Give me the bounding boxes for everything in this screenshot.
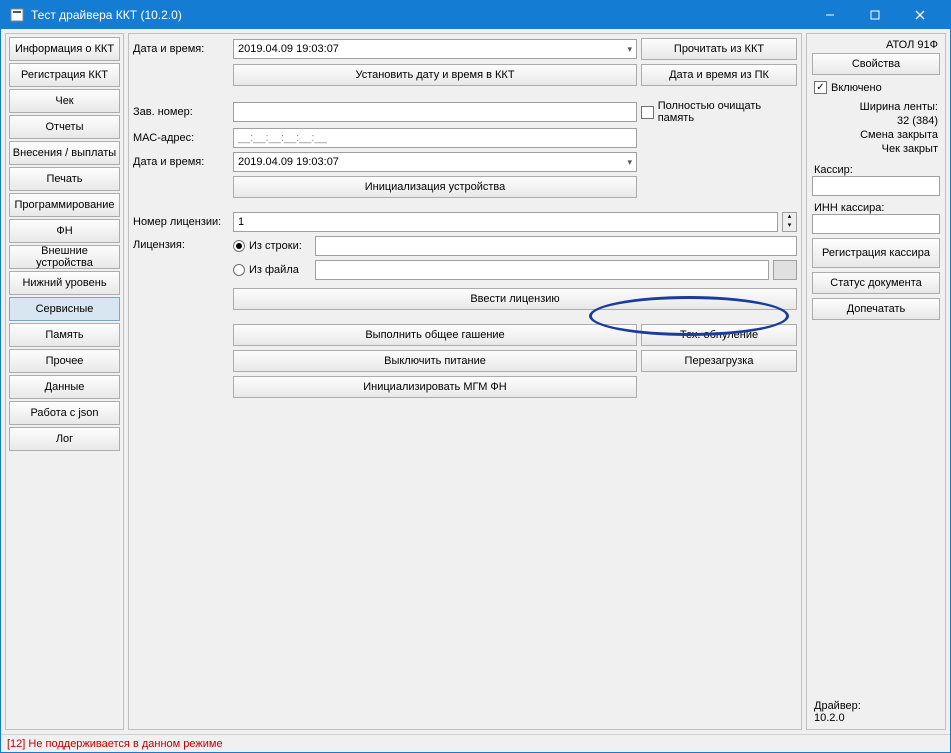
right-panel: АТОЛ 91Ф Свойства ✓ Включено Ширина лент…	[806, 33, 946, 730]
window-title: Тест драйвера ККТ (10.2.0)	[31, 8, 807, 22]
nav-item-3[interactable]: Отчеты	[9, 115, 120, 139]
finish-print-button[interactable]: Допечатать	[812, 298, 940, 320]
datetime-value: 2019.04.09 19:03:07	[238, 43, 339, 55]
from-file-input[interactable]	[315, 260, 769, 280]
nav-item-9[interactable]: Нижний уровень	[9, 271, 120, 295]
nav-item-2[interactable]: Чек	[9, 89, 120, 113]
datetime-pc-button[interactable]: Дата и время из ПК	[641, 64, 797, 86]
close-button[interactable]	[897, 1, 942, 29]
center-panel: Дата и время: 2019.04.09 19:03:07 ▾ Проч…	[128, 33, 802, 730]
license-label: Лицензия:	[133, 236, 229, 251]
title-bar: Тест драйвера ККТ (10.2.0)	[1, 1, 950, 29]
reboot-button[interactable]: Перезагрузка	[641, 350, 797, 372]
power-off-button[interactable]: Выключить питание	[233, 350, 637, 372]
enabled-checkbox[interactable]: ✓	[814, 81, 827, 94]
from-string-input[interactable]	[315, 236, 797, 256]
chevron-down-icon: ▾	[627, 157, 632, 168]
receipt-status: Чек закрыт	[810, 142, 942, 156]
init-mgm-button[interactable]: Инициализировать МГМ ФН	[233, 376, 637, 398]
serial-input[interactable]	[233, 102, 637, 122]
inn-label: ИНН кассира:	[810, 200, 942, 214]
nav-item-12[interactable]: Прочее	[9, 349, 120, 373]
license-num-input[interactable]	[233, 212, 778, 232]
from-file-label: Из файла	[249, 264, 311, 276]
from-string-radio[interactable]	[233, 240, 245, 252]
read-kkt-button[interactable]: Прочитать из ККТ	[641, 38, 797, 60]
datetime-combo[interactable]: 2019.04.09 19:03:07 ▾	[233, 39, 637, 59]
datetime2-value: 2019.04.09 19:03:07	[238, 156, 339, 168]
spinner-down-icon[interactable]: ▾	[783, 222, 796, 231]
app-icon	[9, 7, 25, 23]
nav-item-15[interactable]: Лог	[9, 427, 120, 451]
clear-memory-checkbox[interactable]	[641, 106, 654, 119]
clear-memory-label: Полностью очищать память	[658, 100, 797, 124]
nav-item-13[interactable]: Данные	[9, 375, 120, 399]
nav-item-7[interactable]: ФН	[9, 219, 120, 243]
nav-item-6[interactable]: Программирование	[9, 193, 120, 217]
nav-item-0[interactable]: Информация о ККТ	[9, 37, 120, 61]
maximize-button[interactable]	[852, 1, 897, 29]
nav-item-8[interactable]: Внешние устройства	[9, 245, 120, 269]
enabled-label: Включено	[831, 82, 882, 94]
driver-label: Драйвер:	[814, 700, 938, 712]
cashier-label: Кассир:	[810, 162, 942, 176]
spinner-up-icon[interactable]: ▴	[783, 213, 796, 222]
doc-status-button[interactable]: Статус документа	[812, 272, 940, 294]
nav-item-1[interactable]: Регистрация ККТ	[9, 63, 120, 87]
license-num-spinner[interactable]: ▴ ▾	[782, 212, 797, 232]
init-device-button[interactable]: Инициализация устройства	[233, 176, 637, 198]
from-file-radio[interactable]	[233, 264, 245, 276]
shift-status: Смена закрыта	[810, 128, 942, 142]
from-string-label: Из строки:	[249, 240, 311, 252]
nav-item-11[interactable]: Память	[9, 323, 120, 347]
nav-item-10[interactable]: Сервисные	[9, 297, 120, 321]
status-bar: [12] Не поддерживается в данном режиме	[1, 734, 950, 752]
set-datetime-button[interactable]: Установить дату и время в ККТ	[233, 64, 637, 86]
nav-item-14[interactable]: Работа с json	[9, 401, 120, 425]
tape-width-label: Ширина ленты:	[810, 100, 942, 114]
tech-reset-button[interactable]: Тех. обнуление	[641, 324, 797, 346]
cashier-input[interactable]	[812, 176, 940, 196]
enter-license-button[interactable]: Ввести лицензию	[233, 288, 797, 310]
nav-item-4[interactable]: Внесения / выплаты	[9, 141, 120, 165]
mac-input[interactable]	[233, 128, 637, 148]
device-name: АТОЛ 91Ф	[810, 37, 942, 53]
license-num-label: Номер лицензии:	[133, 216, 229, 228]
nav-panel: Информация о ККТРегистрация ККТЧекОтчеты…	[5, 33, 124, 730]
register-cashier-button[interactable]: Регистрация кассира	[812, 238, 940, 268]
properties-button[interactable]: Свойства	[812, 53, 940, 75]
tape-width-value: 32 (384)	[810, 114, 942, 128]
mac-label: МАС-адрес:	[133, 132, 229, 144]
datetime2-label: Дата и время:	[133, 156, 229, 168]
datetime-label: Дата и время:	[133, 43, 229, 55]
driver-version: 10.2.0	[814, 712, 938, 724]
inn-input[interactable]	[812, 214, 940, 234]
status-text: [12] Не поддерживается в данном режиме	[7, 738, 223, 750]
browse-file-button[interactable]	[773, 260, 797, 280]
general-erase-button[interactable]: Выполнить общее гашение	[233, 324, 637, 346]
serial-label: Зав. номер:	[133, 106, 229, 118]
nav-item-5[interactable]: Печать	[9, 167, 120, 191]
chevron-down-icon: ▾	[627, 44, 632, 55]
minimize-button[interactable]	[807, 1, 852, 29]
datetime2-combo[interactable]: 2019.04.09 19:03:07 ▾	[233, 152, 637, 172]
